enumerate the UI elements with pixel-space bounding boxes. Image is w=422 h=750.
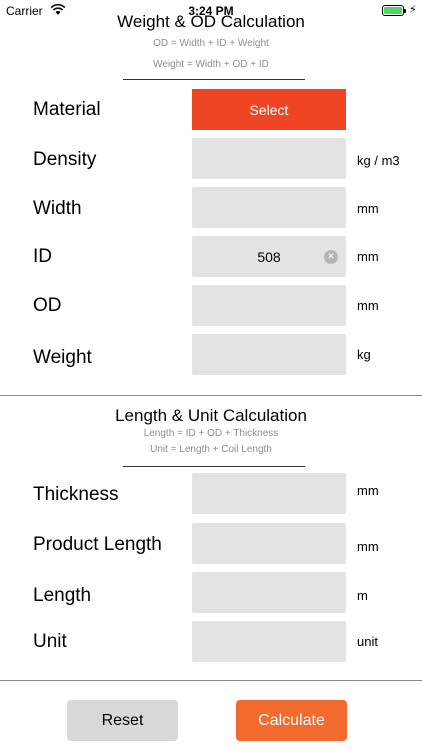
footer-separator (0, 680, 422, 681)
id-unit: mm (357, 249, 379, 264)
weight-unit: kg (357, 347, 371, 362)
length-formula-2: Unit = Length + Coil Length (150, 444, 272, 455)
length-unit: m (357, 588, 368, 603)
density-input[interactable] (192, 138, 346, 179)
width-input[interactable] (192, 187, 346, 228)
product-length-input[interactable] (192, 523, 346, 564)
density-label: Density (33, 149, 97, 170)
width-unit: mm (357, 201, 379, 216)
product-length-unit: mm (357, 539, 379, 554)
width-label: Width (33, 198, 82, 219)
reset-button[interactable]: Reset (67, 700, 178, 741)
clear-icon[interactable]: ✕ (324, 250, 338, 264)
length-formula-1: Length = ID + OD + Thickness (143, 428, 279, 439)
product-length-label: Product Length (33, 534, 162, 555)
density-unit: kg / m3 (357, 153, 400, 168)
weight-section-title: Weight & OD Calculation (117, 12, 305, 31)
unit-unit: unit (357, 634, 378, 649)
length-header-divider (123, 466, 305, 467)
od-input[interactable] (192, 285, 346, 326)
weight-formula-2: Weight = Width + OD + ID (153, 59, 269, 70)
weight-header-divider (123, 79, 305, 80)
length-label: Length (33, 585, 92, 606)
material-label: Material (33, 99, 101, 120)
thickness-unit: mm (357, 483, 379, 498)
weight-label: Weight (33, 347, 92, 368)
weight-input[interactable] (192, 334, 346, 375)
thickness-label: Thickness (33, 484, 119, 505)
length-section-title: Length & Unit Calculation (115, 406, 307, 425)
unit-input[interactable] (192, 621, 346, 662)
unit-label: Unit (33, 631, 67, 652)
material-select-button[interactable]: Select (192, 89, 346, 130)
calculate-button[interactable]: Calculate (236, 700, 347, 741)
od-unit: mm (357, 298, 379, 313)
id-label: ID (33, 246, 52, 267)
od-label: OD (33, 295, 62, 316)
id-input[interactable] (192, 236, 346, 277)
thickness-input[interactable] (192, 473, 346, 514)
section-separator (0, 395, 422, 396)
weight-formula-1: OD = Width + ID + Weight (153, 38, 269, 49)
length-input[interactable] (192, 572, 346, 613)
